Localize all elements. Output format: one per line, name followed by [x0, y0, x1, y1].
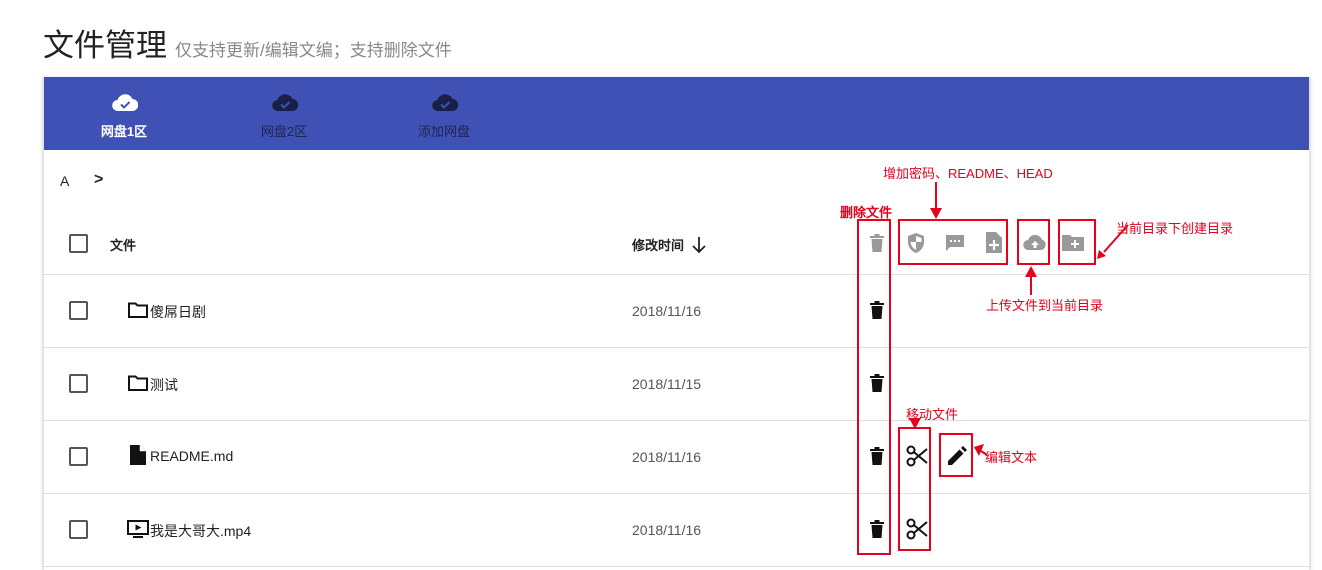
drive-tab-bar: 网盘1区 网盘2区 添加网盘 [44, 77, 1309, 150]
tab-drive-2[interactable]: 网盘2区 [204, 77, 364, 150]
file-icon [130, 445, 146, 465]
delete-icon[interactable] [870, 520, 884, 538]
row-checkbox[interactable] [69, 520, 88, 539]
cloud-check-icon [112, 94, 138, 112]
annotation-label-create-dir: 当前目录下创建目录 [1116, 221, 1234, 236]
scissors-icon[interactable] [906, 518, 928, 540]
password-shield-icon[interactable] [906, 232, 926, 254]
row-divider [44, 566, 1309, 567]
create-folder-icon[interactable] [1062, 234, 1084, 251]
page-title-main: 文件管理 [43, 28, 167, 63]
tab-label: 网盘2区 [260, 124, 308, 139]
breadcrumb: A > [60, 171, 103, 189]
page-title: 文件管理 仅支持更新/编辑文编；支持删除文件 [43, 20, 452, 65]
cloud-check-icon [272, 94, 298, 112]
tab-drive-1[interactable]: 网盘1区 [44, 77, 204, 150]
file-manager-panel: 网盘1区 网盘2区 添加网盘 A > 文件 修改时间 傻屌日剧 2018/11/… [43, 77, 1310, 570]
page-subtitle: 仅支持更新/编辑文编；支持删除文件 [175, 41, 452, 60]
tab-add-drive[interactable]: 添加网盘 [364, 77, 524, 150]
breadcrumb-item-root[interactable]: A [60, 173, 69, 189]
row-divider [44, 274, 1309, 275]
delete-icon[interactable] [870, 447, 884, 465]
folder-icon [128, 375, 148, 391]
arrow-down-icon[interactable] [692, 236, 706, 254]
file-name[interactable]: 我是大哥大.mp4 [150, 521, 251, 541]
cloud-check-icon [432, 94, 458, 112]
delete-icon[interactable] [870, 234, 884, 252]
row-divider [44, 420, 1309, 421]
annotation-label-edit: 编辑文本 [985, 450, 1038, 465]
annotation-label-add-password: 增加密码、README、HEAD [883, 166, 1053, 181]
file-modified-date: 2018/11/15 [632, 376, 702, 392]
column-header-modified[interactable]: 修改时间 [632, 235, 684, 254]
annotation-label-move: 移动文件 [906, 407, 959, 422]
delete-icon[interactable] [870, 374, 884, 392]
readme-message-icon[interactable] [945, 234, 965, 252]
annotation-label-delete: 删除文件 [840, 205, 893, 220]
edit-pencil-icon[interactable] [947, 446, 967, 466]
row-divider [44, 493, 1309, 494]
file-name[interactable]: 测试 [150, 375, 178, 395]
file-modified-date: 2018/11/16 [632, 303, 702, 319]
file-name[interactable]: README.md [150, 448, 233, 464]
column-header-name[interactable]: 文件 [110, 235, 136, 254]
file-modified-date: 2018/11/16 [632, 522, 702, 538]
row-checkbox[interactable] [69, 301, 88, 320]
upload-cloud-icon[interactable] [1023, 233, 1047, 251]
delete-icon[interactable] [870, 301, 884, 319]
tab-label: 添加网盘 [417, 124, 470, 139]
folder-icon [128, 302, 148, 318]
file-name[interactable]: 傻屌日剧 [150, 302, 206, 322]
scissors-icon[interactable] [906, 445, 928, 467]
row-divider [44, 347, 1309, 348]
video-icon [127, 520, 149, 538]
row-checkbox[interactable] [69, 374, 88, 393]
tab-label: 网盘1区 [100, 124, 148, 139]
file-modified-date: 2018/11/16 [632, 449, 702, 465]
chevron-right-icon: > [94, 171, 104, 188]
select-all-checkbox[interactable] [69, 234, 88, 253]
annotation-label-upload: 上传文件到当前目录 [986, 298, 1104, 313]
head-file-add-icon[interactable] [986, 232, 1002, 253]
row-checkbox[interactable] [69, 447, 88, 466]
